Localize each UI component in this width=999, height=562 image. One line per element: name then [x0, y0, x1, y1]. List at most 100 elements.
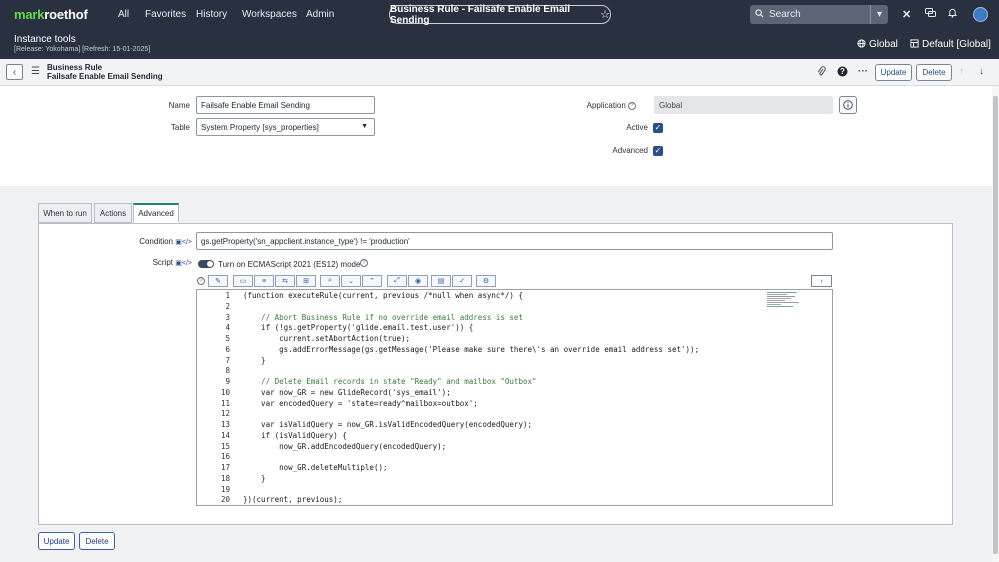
arrow-up-icon[interactable]: ↑	[959, 66, 964, 77]
chevron-down-icon[interactable]: ▾	[870, 5, 888, 24]
name-field[interactable]: Failsafe Enable Email Sending	[196, 96, 375, 114]
line-number: 13	[220, 420, 230, 429]
script-debugger-button[interactable]: ◉	[408, 275, 428, 287]
code-line: now_GR.addEncodedQuery(encodedQuery);	[243, 441, 447, 451]
nav-workspaces[interactable]: Workspaces	[242, 9, 297, 20]
format-button[interactable]: ≡	[254, 275, 274, 287]
line-number: 9	[225, 377, 230, 386]
arrow-down-icon[interactable]: ↓	[979, 66, 984, 77]
update-button-bottom[interactable]: Update	[38, 532, 75, 550]
delete-button[interactable]: Delete	[916, 64, 952, 81]
line-number: 11	[220, 398, 230, 408]
tab-when-to-run[interactable]: When to run	[38, 203, 92, 223]
fullscreen-button[interactable]: ⤢	[387, 275, 407, 287]
line-number-gutter: 1 2 3 4 5 6 7 8 9 10 11 12 13 14 15 16 17 18 19 20	[197, 290, 235, 505]
scope-picker[interactable]: Global	[869, 39, 898, 50]
script-include-icon: ⚙	[482, 278, 490, 285]
line-number: 19	[220, 484, 230, 494]
chevron-left-icon: ‹	[12, 66, 17, 78]
expand-editor-button[interactable]: ›	[811, 275, 832, 287]
globe-icon	[857, 39, 866, 51]
line-number: 1	[225, 291, 230, 300]
code-line: }	[243, 355, 266, 365]
code-line: var encodedQuery = 'state=ready^mailbox=…	[243, 398, 478, 408]
record-type: Business Rule	[47, 63, 103, 72]
line-number: 16	[220, 452, 230, 462]
search-button[interactable]: ⌕	[320, 275, 340, 287]
script-editor-icon[interactable]: ▣	[175, 239, 182, 246]
code-line: now_GR.deleteMultiple();	[243, 463, 388, 472]
code-line: gs.addErrorMessage(gs.getMessage('Please…	[243, 344, 700, 354]
avatar[interactable]	[973, 7, 988, 22]
script-label: Script	[152, 258, 174, 267]
paperclip-icon[interactable]	[817, 66, 826, 80]
tools-icon[interactable]: ✕	[902, 8, 911, 21]
check-syntax-button[interactable]: ✓	[452, 275, 472, 287]
script-editor-icon[interactable]: ▣	[175, 260, 182, 267]
script-include-button[interactable]: ⚙	[476, 275, 496, 287]
tab-advanced[interactable]: Advanced	[133, 203, 179, 223]
line-number: 7	[225, 355, 230, 365]
more-options-icon[interactable]: ···	[858, 66, 868, 77]
update-set-picker[interactable]: Default [Global]	[922, 39, 991, 50]
line-number: 20	[220, 495, 230, 505]
toggle-syntax-button[interactable]: ✎	[208, 275, 228, 287]
record-title: Business Rule - Failsafe Enable Email Se…	[390, 3, 571, 26]
info-button[interactable]	[839, 96, 857, 114]
table-select-value: System Property [sys_properties]	[201, 122, 319, 132]
replace-button[interactable]: ⇆	[275, 275, 295, 287]
condition-field[interactable]: gs.getProperty('sn_appclient.instance_ty…	[196, 232, 833, 250]
bell-icon[interactable]	[947, 8, 958, 21]
save-icon: ▤	[437, 278, 445, 285]
code-line: // Abort Business Rule if no override em…	[243, 312, 523, 322]
script-editor[interactable]: 1 2 3 4 5 6 7 8 9 10 11 12 13 14 15 16 17 18 19 20 (functio…	[196, 289, 833, 506]
active-checkbox[interactable]: ✓	[653, 123, 663, 133]
ecmascript-label: Turn on ECMAScript 2021 (ES12) mode	[218, 260, 361, 269]
code-line: (function executeRule(current, previous …	[243, 291, 523, 300]
code-line: var now_GR = new GlideRecord('sys_email'…	[243, 387, 451, 397]
table-label: Table	[170, 123, 190, 132]
delete-button-bottom[interactable]: Delete	[79, 532, 115, 550]
ecmascript-toggle[interactable]	[198, 260, 214, 268]
form-header: ‹ ☰ Business Rule Failsafe Enable Email …	[0, 59, 999, 86]
help-icon[interactable]: ?	[197, 277, 205, 285]
save-button[interactable]: ▤	[431, 275, 451, 287]
record-heading: Business Rule Failsafe Enable Email Send…	[47, 63, 163, 81]
search-icon: ⌕	[328, 277, 332, 284]
scrollbar-thumb[interactable]	[993, 96, 998, 554]
nav-favorites[interactable]: Favorites	[145, 9, 186, 20]
back-button[interactable]: ‹	[6, 64, 23, 80]
code-line: var isValidQuery = now_GR.isValidEncoded…	[243, 420, 532, 429]
instance-title: Instance tools	[14, 34, 76, 45]
replace-icon: ⇆	[282, 278, 288, 285]
nav-history[interactable]: History	[196, 9, 227, 20]
brand-logo[interactable]: markroethof	[14, 7, 88, 22]
menu-icon[interactable]: ☰	[31, 66, 40, 77]
debug-icon: ◉	[414, 278, 422, 285]
search-placeholder: Search	[769, 9, 801, 20]
nav-admin[interactable]: Admin	[306, 9, 334, 20]
tab-actions[interactable]: Actions	[94, 203, 132, 223]
replace-all-button[interactable]: ⊞	[296, 275, 316, 287]
table-select[interactable]: System Property [sys_properties] ▼	[196, 118, 375, 136]
update-button[interactable]: Update	[875, 64, 912, 81]
find-previous-button[interactable]: ⌃	[362, 275, 382, 287]
find-next-button[interactable]: ⌄	[341, 275, 361, 287]
star-icon[interactable]: ☆	[600, 8, 610, 21]
line-number: 15	[220, 441, 230, 451]
record-title-pill[interactable]: Business Rule - Failsafe Enable Email Se…	[389, 3, 611, 26]
code-line: if (!gs.getProperty('glide.email.test.us…	[243, 323, 474, 333]
code-icon[interactable]: </>	[182, 260, 192, 267]
help-icon[interactable]: ?	[360, 259, 368, 267]
help-icon[interactable]: ?	[837, 66, 848, 80]
nav-all[interactable]: All	[118, 9, 129, 20]
line-number: 17	[220, 463, 230, 472]
help-icon[interactable]: ?	[628, 101, 636, 110]
advanced-checkbox[interactable]: ✓	[653, 146, 663, 156]
comment-button[interactable]: ▭	[233, 275, 253, 287]
chat-icon[interactable]	[925, 8, 936, 21]
update-set-icon	[910, 39, 919, 51]
record-name: Failsafe Enable Email Sending	[47, 72, 163, 81]
code-icon[interactable]: </>	[182, 239, 192, 246]
search-input[interactable]: Search ▾	[750, 5, 888, 24]
